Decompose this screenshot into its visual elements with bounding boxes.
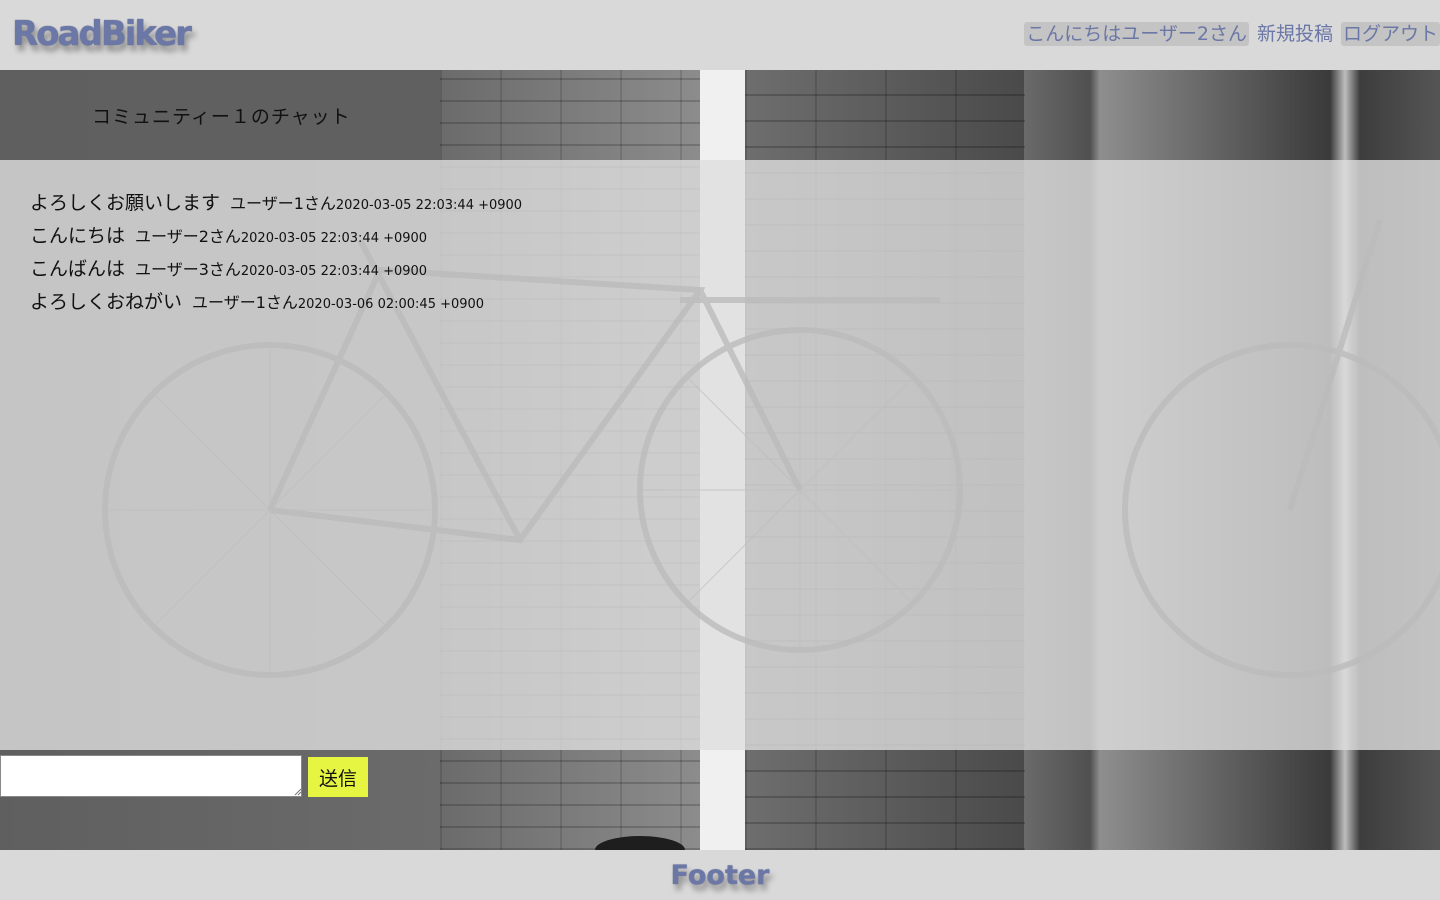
logout-link[interactable]: ログアウト (1340, 22, 1440, 46)
message-user: ユーザー3さん (135, 260, 241, 279)
messages-panel (0, 160, 1440, 750)
message-user: ユーザー1さん (192, 293, 298, 312)
chat-message: よろしくおねがい ユーザー1さん 2020-03-06 02:00:45 +09… (30, 287, 484, 314)
message-text: こんばんは (30, 258, 126, 280)
chat-message: こんばんは ユーザー3さん 2020-03-05 22:03:44 +0900 (30, 254, 427, 281)
message-text: よろしくおねがい (30, 291, 183, 313)
message-input[interactable] (0, 755, 302, 797)
message-user: ユーザー2さん (135, 227, 241, 246)
chat-title: コミュニティー１のチャット (92, 106, 351, 128)
message-time: 2020-03-05 22:03:44 +0900 (240, 231, 428, 246)
chat-message: こんにちは ユーザー2さん 2020-03-05 22:03:44 +0900 (30, 221, 427, 248)
message-user: ユーザー1さん (230, 194, 336, 213)
send-button[interactable]: 送信 (308, 757, 368, 797)
greeting-link[interactable]: こんにちはユーザー2さん (1024, 22, 1249, 46)
footer-text: Footer (670, 860, 770, 891)
message-text: よろしくお願いします (30, 192, 221, 214)
header-nav: こんにちはユーザー2さん 新規投稿 ログアウト (1024, 22, 1440, 46)
new-post-link[interactable]: 新規投稿 (1255, 22, 1335, 46)
message-time: 2020-03-05 22:03:44 +0900 (240, 264, 428, 279)
site-footer: Footer (0, 850, 1440, 900)
chat-message: よろしくお願いします ユーザー1さん 2020-03-05 22:03:44 +… (30, 188, 522, 215)
site-header: RoadBiker こんにちはユーザー2さん 新規投稿 ログアウト (0, 0, 1440, 70)
resize-grip-icon[interactable] (294, 788, 302, 796)
message-time: 2020-03-05 22:03:44 +0900 (335, 198, 523, 213)
message-time: 2020-03-06 02:00:45 +0900 (297, 297, 485, 312)
message-text: こんにちは (30, 225, 126, 247)
site-logo[interactable]: RoadBiker (12, 14, 192, 54)
